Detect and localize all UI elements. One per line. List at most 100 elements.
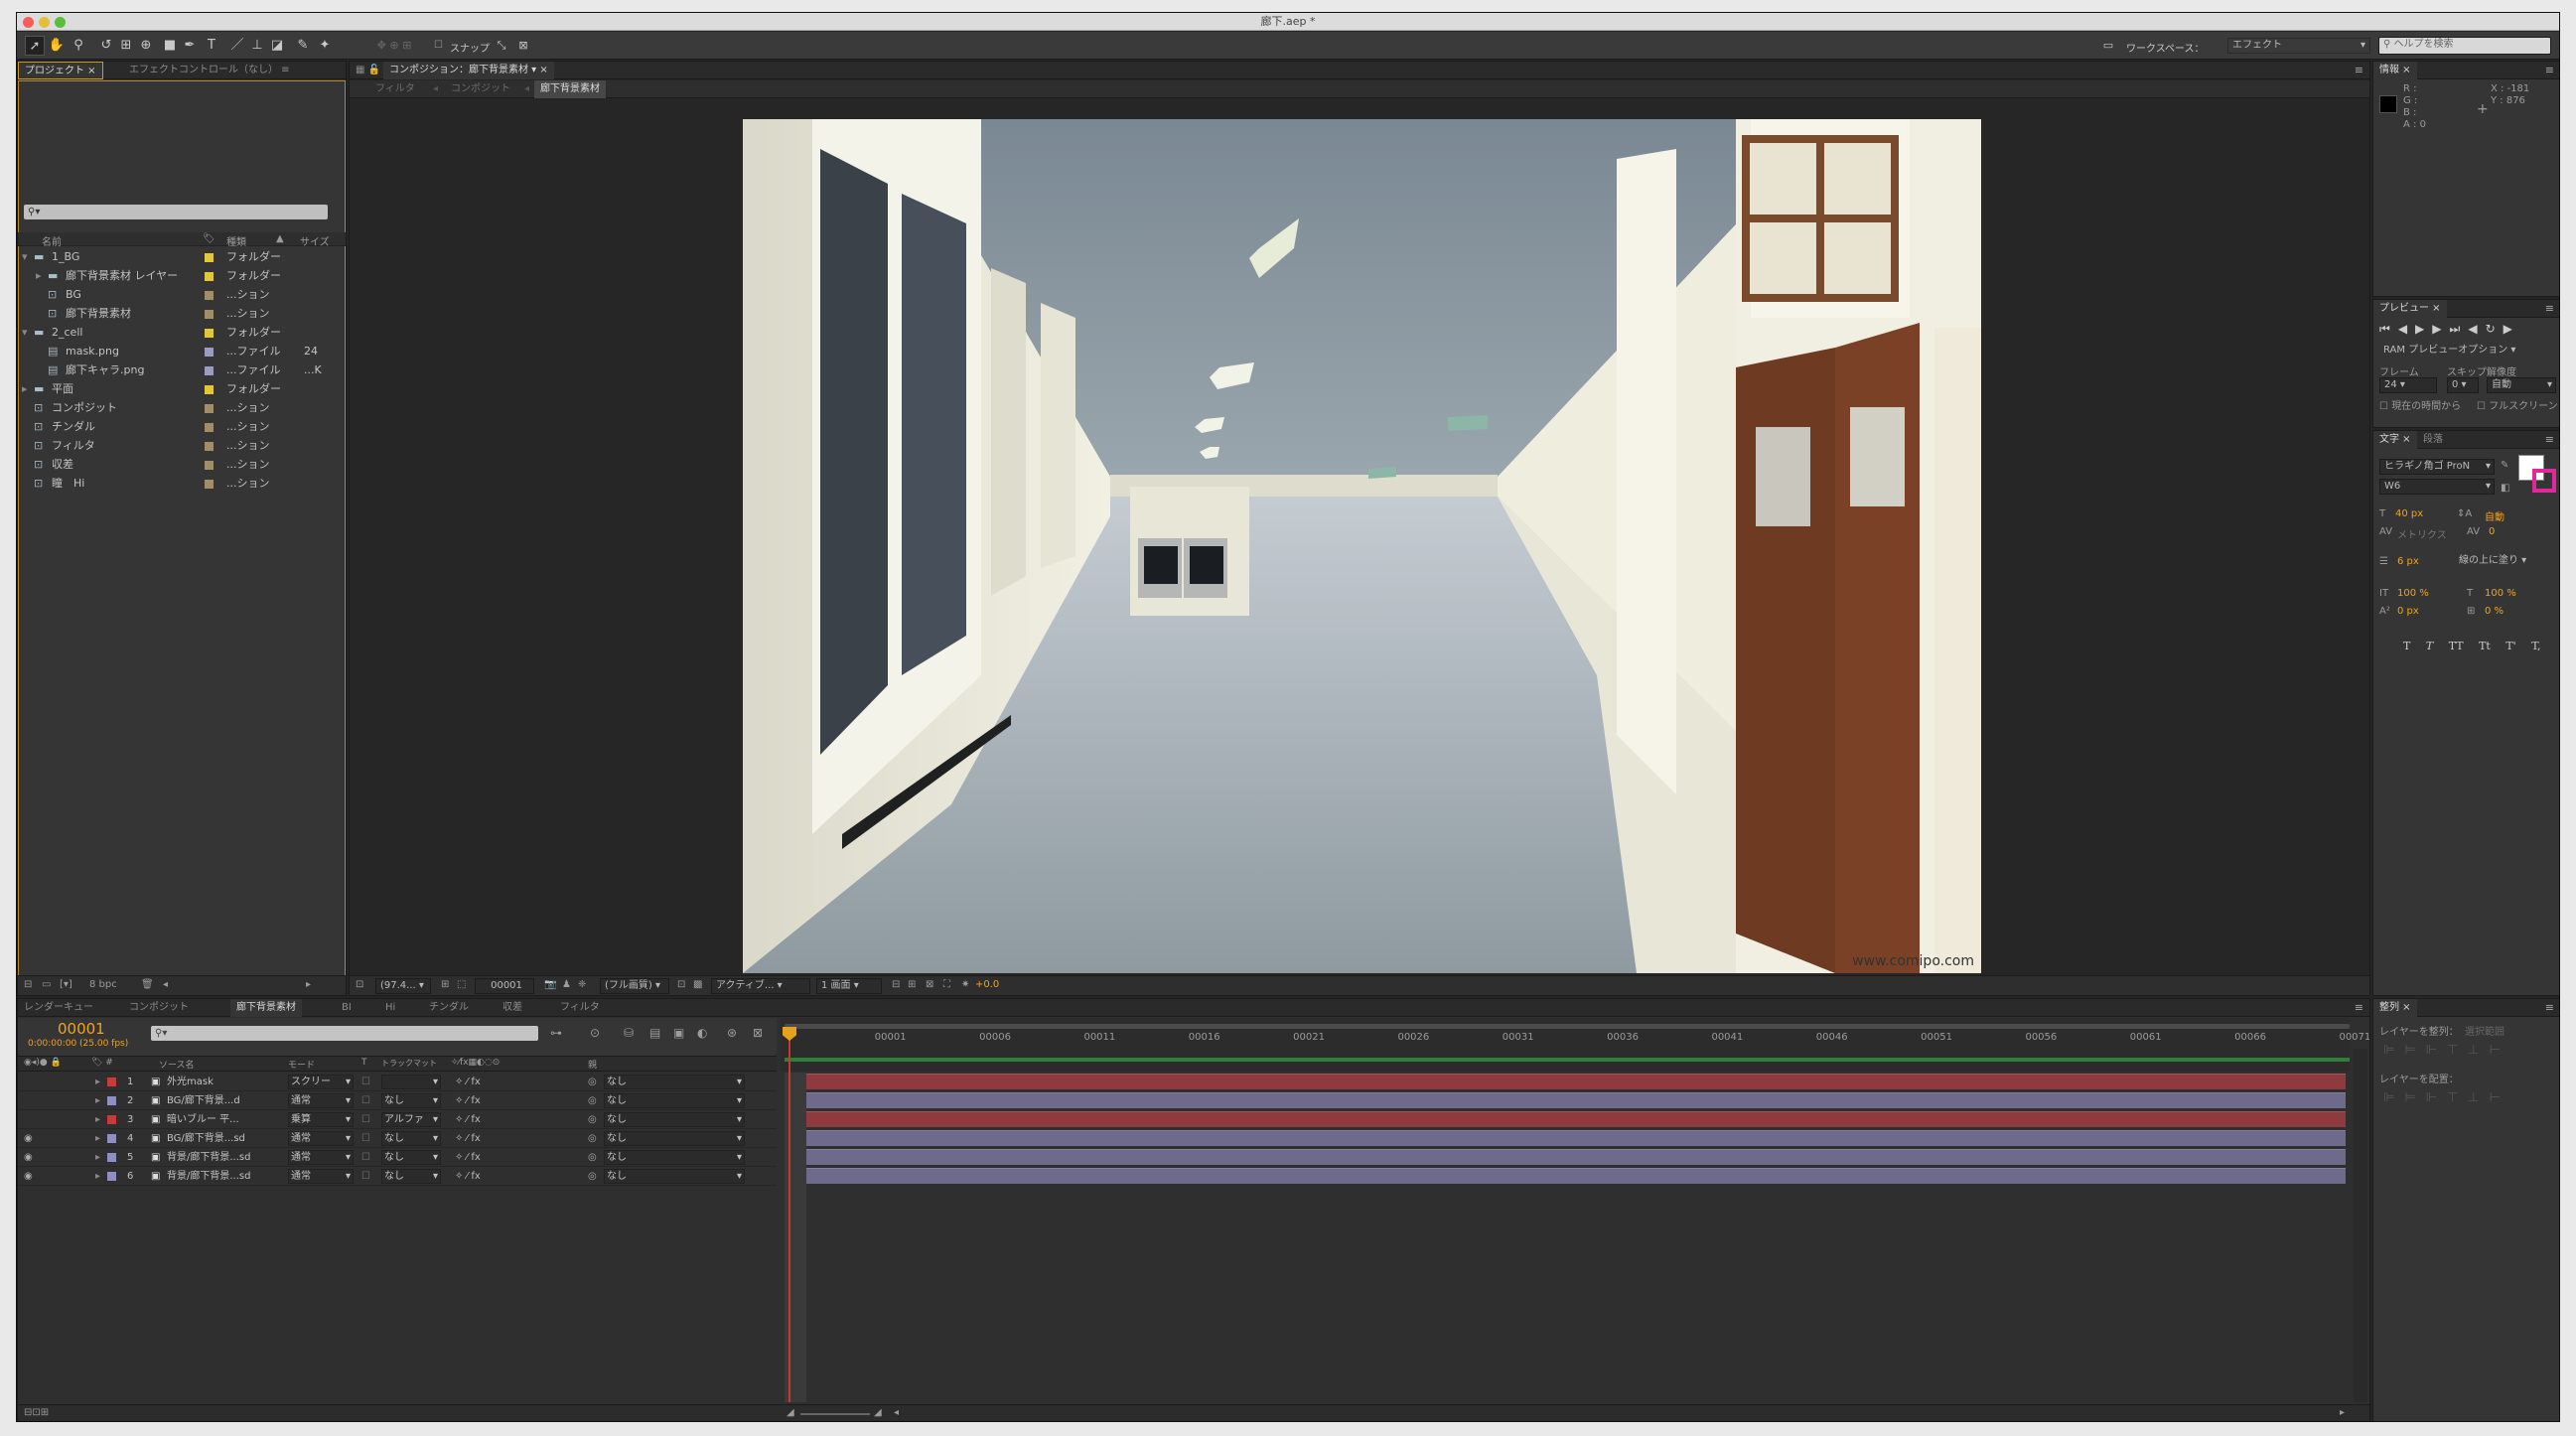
first-frame-icon[interactable]: ⏮ <box>2379 322 2398 336</box>
disclosure-triangle-icon[interactable]: ▸ <box>36 266 42 285</box>
from-current-time-checkbox[interactable]: ☐ 現在の時間から <box>2379 397 2461 412</box>
visibility-eye-icon[interactable]: ◉ <box>24 1129 33 1148</box>
puppet-tool-icon[interactable]: ✦ <box>315 36 335 56</box>
parent-dropdown[interactable]: なし ▾ <box>604 1093 745 1108</box>
distribute-buttons-icons[interactable]: ⊫⊨⊩⊤⊥⊢ <box>2383 1090 2510 1105</box>
disclosure-triangle-icon[interactable]: ▸ <box>95 1073 100 1091</box>
tab-effect-controls[interactable]: エフェクトコントロール（なし） ≡ <box>123 62 296 79</box>
align-buttons-icons[interactable]: ⊫⊨⊩⊤⊥⊢ <box>2383 1043 2510 1058</box>
mute-icon[interactable]: ◀ <box>2468 322 2485 336</box>
ram-preview-icon[interactable]: ▶ <box>2504 322 2520 336</box>
layer-label-swatch[interactable] <box>107 1073 116 1091</box>
rotate-tool-icon[interactable]: ↺ <box>96 36 116 56</box>
rectangle-tool-icon[interactable]: ■ <box>160 36 180 56</box>
label-color-swatch[interactable] <box>205 474 214 493</box>
label-color-swatch[interactable] <box>205 304 214 323</box>
visibility-eye-icon[interactable]: ◉ <box>24 1167 33 1186</box>
brush-tool-icon[interactable]: ／ <box>227 36 247 56</box>
breadcrumb-item-composite[interactable]: コンポジット <box>445 80 516 98</box>
column-mode[interactable]: モード <box>288 1058 315 1071</box>
label-color-swatch[interactable] <box>205 455 214 474</box>
layer-name[interactable]: 外光mask <box>167 1073 284 1091</box>
preserve-transparency-checkbox[interactable]: ☐ <box>361 1129 370 1148</box>
superscript-button[interactable]: T' <box>2505 640 2515 652</box>
interpret-footage-icon[interactable]: ⊟ <box>24 979 32 990</box>
disclosure-triangle-icon[interactable]: ▾ <box>22 323 28 342</box>
snap-options-icon[interactable]: ⤡ <box>492 36 511 56</box>
preserve-transparency-checkbox[interactable]: ☐ <box>361 1167 370 1186</box>
pick-whip-icon[interactable]: ◎ <box>588 1129 597 1148</box>
layer-name[interactable]: 背景/廊下背景...sd <box>167 1167 284 1186</box>
playhead-line[interactable] <box>788 1029 790 1402</box>
tsume-value[interactable]: 0 % <box>2485 606 2504 617</box>
layer-name[interactable]: BG/廊下背景...d <box>167 1091 284 1110</box>
timeline-menu-icon[interactable]: ≡ <box>2355 999 2363 1017</box>
fullscreen-checkbox[interactable]: ☐ フルスクリーン <box>2477 397 2558 412</box>
font-family-dropdown[interactable]: ヒラギノ角ゴ ProN ▾ <box>2379 459 2495 475</box>
pan-behind-tool-icon[interactable]: ⊕ <box>136 36 156 56</box>
exposure-value[interactable]: +0.0 <box>975 979 999 990</box>
pen-tool-icon[interactable]: ✒ <box>180 36 200 56</box>
layer-duration-bar[interactable] <box>785 1092 2346 1108</box>
label-column-icon[interactable]: 🏷 <box>203 233 215 244</box>
layer-label-swatch[interactable] <box>107 1167 116 1186</box>
list-item[interactable]: ⊡ コンポジット ...ション <box>18 398 336 417</box>
disclosure-triangle-icon[interactable]: ▸ <box>95 1129 100 1148</box>
ram-preview-options-dropdown[interactable]: RAM プレビューオプション ▾ <box>2379 344 2548 359</box>
timeline-tab[interactable]: フィルタ <box>554 999 606 1017</box>
timeline-tab[interactable]: 廊下背景素材 <box>230 999 302 1017</box>
preserve-transparency-checkbox[interactable]: ☐ <box>361 1073 370 1091</box>
snap-checkbox[interactable]: ☐ <box>434 40 443 51</box>
table-row[interactable]: ◉ ▸ 4 ▣ BG/廊下背景...sd 通常 ▾ ☐ なし ▾ ✧ ⁄ fx ◎ なし ▾ <box>18 1129 777 1148</box>
parent-dropdown[interactable]: なし ▾ <box>604 1169 745 1184</box>
blend-mode-dropdown[interactable]: 通常 ▾ <box>288 1131 354 1146</box>
camera-view-dropdown[interactable]: アクティブ... ▾ <box>711 978 810 994</box>
graph-editor-icon[interactable]: ⊛ <box>727 1026 737 1040</box>
bpc-label[interactable]: 8 bpc <box>89 979 117 990</box>
list-item[interactable]: ⊡ チンダル ...ション <box>18 417 336 436</box>
minimize-window-button[interactable] <box>39 17 50 28</box>
frame-blending-icon[interactable]: ▣ <box>673 1026 684 1040</box>
timeline-tab[interactable]: 収差 <box>497 999 528 1017</box>
snapshot-icon[interactable]: 📷 <box>544 979 556 990</box>
layer-label-swatch[interactable] <box>107 1091 116 1110</box>
zoom-window-button[interactable] <box>55 17 66 28</box>
transparency-grid-icon[interactable]: ▩ <box>693 979 702 990</box>
breadcrumb-item-filter[interactable]: フィルタ <box>369 80 421 98</box>
tracking-value[interactable]: 0 <box>2489 526 2495 537</box>
label-color-swatch[interactable] <box>205 247 214 266</box>
column-type[interactable]: 種類 <box>226 233 246 248</box>
eyedropper-icon[interactable]: ✎ <box>2501 460 2508 471</box>
column-trkmat[interactable]: トラックマット <box>381 1058 437 1069</box>
time-navigator-left-icon[interactable]: ◂ <box>894 1407 899 1418</box>
zoom-tool-icon[interactable]: ⚲ <box>69 36 88 56</box>
timeline-tab[interactable]: Hi <box>379 999 401 1017</box>
column-t[interactable]: T <box>361 1058 367 1068</box>
layer-switches[interactable]: ✧ ⁄ fx <box>455 1073 481 1091</box>
layer-name[interactable]: BG/廊下背景...sd <box>167 1129 284 1148</box>
layer-switches[interactable]: ✧ ⁄ fx <box>455 1110 481 1129</box>
channel-icon[interactable]: ❈ <box>578 979 586 990</box>
timeline-tab[interactable]: コンポジット <box>123 999 195 1017</box>
play-icon[interactable]: ▶ <box>2415 322 2432 336</box>
table-row[interactable]: ▸ 2 ▣ BG/廊下背景...d 通常 ▾ ☐ なし ▾ ✧ ⁄ fx ◎ なし ▾ <box>18 1091 777 1110</box>
selection-tool-icon[interactable]: ➚ <box>25 36 45 56</box>
leading-value[interactable]: 自動 <box>2485 508 2504 523</box>
tab-character[interactable]: 文字 × <box>2373 431 2417 449</box>
list-item[interactable]: ▸ ▬ 廊下背景素材 レイヤー フォルダー <box>18 266 336 285</box>
track-matte-dropdown[interactable]: アルファ ▾ <box>381 1112 441 1127</box>
disclosure-triangle-icon[interactable]: ▸ <box>95 1110 100 1129</box>
tab-composition[interactable]: コンポジション：廊下背景素材 ▾ × <box>383 62 554 79</box>
blend-mode-dropdown[interactable]: 通常 ▾ <box>288 1169 354 1184</box>
disclosure-triangle-icon[interactable]: ▸ <box>95 1091 100 1110</box>
label-color-swatch[interactable] <box>205 417 214 436</box>
stroke-mode-dropdown[interactable]: 線の上に塗り ▾ <box>2455 554 2558 570</box>
track-matte-dropdown[interactable]: なし ▾ <box>381 1169 441 1184</box>
track-matte-dropdown[interactable]: なし ▾ <box>381 1131 441 1146</box>
list-item[interactable]: ⊡ 収差 ...ション <box>18 455 336 474</box>
new-folder-icon[interactable]: ▭ <box>42 979 51 990</box>
layer-label-swatch[interactable] <box>107 1129 116 1148</box>
show-snapshot-icon[interactable]: ♟ <box>562 979 571 990</box>
layer-label-swatch[interactable] <box>107 1110 116 1129</box>
pick-whip-icon[interactable]: ◎ <box>588 1110 597 1129</box>
